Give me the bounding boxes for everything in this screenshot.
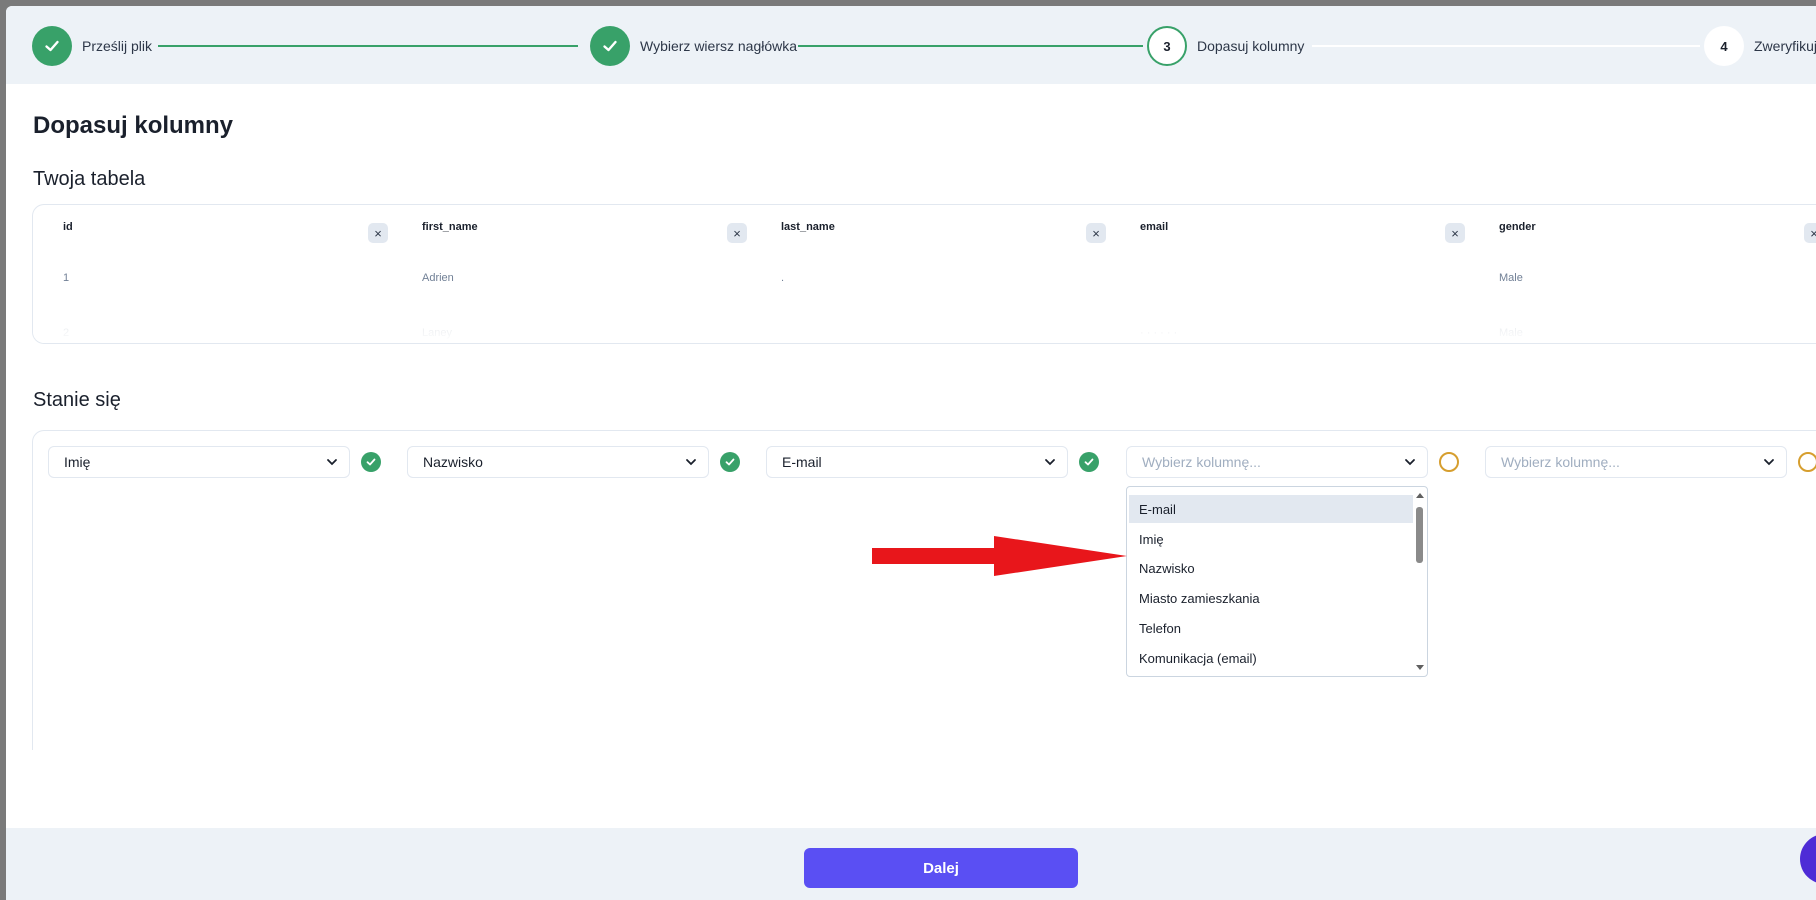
column-mapping-select[interactable]: Wybierz kolumnę... <box>1485 446 1787 478</box>
step-connector <box>1312 45 1700 47</box>
step-label: Dopasuj kolumny <box>1197 38 1305 54</box>
dropdown-option[interactable]: Imię <box>1129 525 1413 553</box>
step-label: Wybierz wiersz nagłówka <box>640 38 798 54</box>
step-connector <box>798 45 1143 47</box>
check-circle-icon <box>720 452 740 472</box>
step-verify: 4 Zweryfikuj <box>1704 26 1816 66</box>
dropdown-option[interactable]: Telefon <box>1129 614 1413 642</box>
page-title: Dopasuj kolumny <box>33 112 234 139</box>
column-header: gender <box>1499 221 1536 233</box>
column-mapping-select[interactable]: Imię <box>48 446 350 478</box>
next-button[interactable]: Dalej <box>804 848 1078 888</box>
remove-column-button[interactable]: × <box>1804 223 1816 243</box>
stepper: Prześlij plik Wybierz wiersz nagłówka 3 … <box>6 6 1816 84</box>
dropdown-scrollbar[interactable] <box>1415 489 1425 674</box>
remove-column-button[interactable]: × <box>1445 223 1465 243</box>
step-upload-file: Prześlij plik <box>32 26 152 66</box>
column-header: email <box>1140 221 1169 233</box>
column-mapping-select[interactable]: E-mail <box>766 446 1068 478</box>
table-cell: Adrien <box>422 272 454 284</box>
step-connector <box>158 45 578 47</box>
column-header: id <box>63 221 73 233</box>
scrollbar-thumb[interactable] <box>1416 507 1423 563</box>
source-column: first_name × Adrien Laney <box>392 205 751 343</box>
chevron-down-icon <box>1405 459 1415 466</box>
table-cell: 2 <box>63 327 70 339</box>
step-number: 4 <box>1704 26 1744 66</box>
source-column: last_name × . <box>751 205 1110 343</box>
source-column: id × 1 2 <box>33 205 392 343</box>
source-column: email × · · · · · · <box>1110 205 1469 343</box>
check-circle-icon <box>361 452 381 472</box>
pending-circle-icon <box>1798 452 1816 472</box>
step-label: Zweryfikuj <box>1754 38 1816 54</box>
source-column: gender × Male Male <box>1469 205 1816 343</box>
pending-circle-icon <box>1439 452 1459 472</box>
section-title-your-table: Twoja tabela <box>33 168 146 190</box>
remove-column-button[interactable]: × <box>727 223 747 243</box>
table-cell: Laney <box>422 327 452 339</box>
step-match-columns: 3 Dopasuj kolumny <box>1147 26 1304 66</box>
mapping-panel <box>32 430 1816 750</box>
table-cell: Male <box>1499 327 1523 339</box>
table-cell: Male <box>1499 272 1523 284</box>
chevron-down-icon <box>686 459 696 466</box>
section-title-will-become: Stanie się <box>33 389 121 411</box>
dropdown-option[interactable]: Miasto zamieszkania <box>1129 584 1413 612</box>
column-mapping-select[interactable]: Nazwisko <box>407 446 709 478</box>
column-options-dropdown[interactable]: E-mail Imię Nazwisko Miasto zamieszkania… <box>1126 486 1428 677</box>
table-cell: · · · · · · <box>1140 327 1178 339</box>
column-header: last_name <box>781 221 835 233</box>
remove-column-button[interactable]: × <box>368 223 388 243</box>
check-icon <box>32 26 72 66</box>
scroll-up-arrow-icon[interactable] <box>1416 493 1424 498</box>
scroll-down-arrow-icon[interactable] <box>1416 665 1424 670</box>
table-cell: . <box>781 272 785 284</box>
modal-window: Prześlij plik Wybierz wiersz nagłówka 3 … <box>6 6 1816 900</box>
step-number: 3 <box>1147 26 1187 66</box>
step-label: Prześlij plik <box>82 38 153 54</box>
chevron-down-icon <box>1045 459 1055 466</box>
dropdown-option[interactable]: Nazwisko <box>1129 554 1413 582</box>
remove-column-button[interactable]: × <box>1086 223 1106 243</box>
source-table: id × 1 2 first_name × Adrien Laney last_… <box>32 204 1816 344</box>
check-circle-icon <box>1079 452 1099 472</box>
column-header: first_name <box>422 221 478 233</box>
annotation-arrow-icon <box>872 536 1127 576</box>
table-cell: 1 <box>63 272 70 284</box>
chevron-down-icon <box>327 459 337 466</box>
column-mapping-select[interactable]: Wybierz kolumnę... <box>1126 446 1428 478</box>
dropdown-option[interactable]: E-mail <box>1129 495 1413 523</box>
step-select-header-row: Wybierz wiersz nagłówka <box>590 26 797 66</box>
check-icon <box>590 26 630 66</box>
chevron-down-icon <box>1764 459 1774 466</box>
dropdown-option[interactable]: Komunikacja (email) <box>1129 644 1413 672</box>
